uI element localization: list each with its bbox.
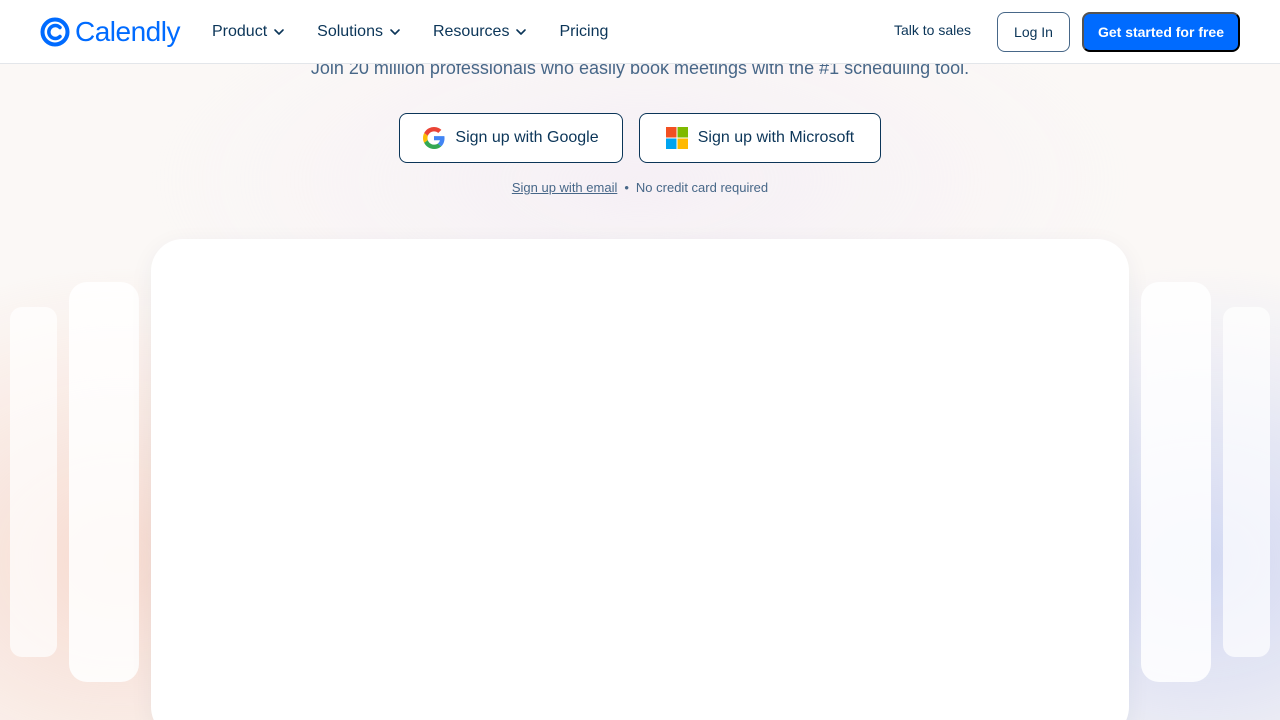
menu-item-label: Solutions	[317, 23, 383, 40]
signup-microsoft-button[interactable]: Sign up with Microsoft	[639, 113, 881, 163]
talk-to-sales-link[interactable]: Talk to sales	[894, 22, 971, 38]
menu-item-label: Product	[212, 23, 268, 40]
menu-item-resources[interactable]: Resources	[433, 20, 527, 44]
decorative-card-far-left	[10, 307, 57, 657]
brand-name: Calendly	[75, 16, 180, 47]
get-started-button[interactable]: Get started for free	[1082, 12, 1240, 52]
chevron-down-icon	[390, 29, 400, 35]
decorative-card-far-right	[1223, 307, 1270, 657]
menu-item-pricing[interactable]: Pricing	[559, 20, 608, 44]
separator-dot: •	[624, 180, 629, 195]
menu-item-label: Resources	[432, 23, 510, 40]
hero-preview-card	[151, 239, 1129, 720]
signup-email-link[interactable]: Sign up with email	[512, 180, 618, 195]
calendly-logo[interactable]: Calendly	[40, 14, 180, 50]
menu-item-label: Pricing	[559, 23, 609, 40]
login-button[interactable]: Log In	[997, 12, 1070, 52]
decorative-card-right	[1141, 282, 1211, 682]
calendly-logo-icon	[40, 17, 70, 47]
menu-item-product[interactable]: Product	[212, 20, 285, 44]
google-icon	[423, 127, 445, 149]
signup-meta: Sign up with email • No credit card requir…	[0, 180, 1280, 195]
microsoft-icon	[665, 127, 688, 149]
chevron-down-icon	[274, 29, 284, 35]
chevron-down-icon	[516, 29, 527, 35]
decorative-card-left	[69, 282, 139, 682]
signup-google-button[interactable]: Sign up with Google	[399, 113, 623, 163]
signup-microsoft-label: Sign up with Microsoft	[697, 129, 855, 146]
top-navbar: Calendly Product Solutions Resources Pri…	[0, 0, 1280, 64]
menu-item-solutions[interactable]: Solutions	[317, 20, 401, 44]
main-menu: Product Solutions Resources Pricing	[212, 20, 640, 44]
signup-google-label: Sign up with Google	[455, 129, 599, 146]
no-credit-card-text: No credit card required	[635, 180, 769, 195]
